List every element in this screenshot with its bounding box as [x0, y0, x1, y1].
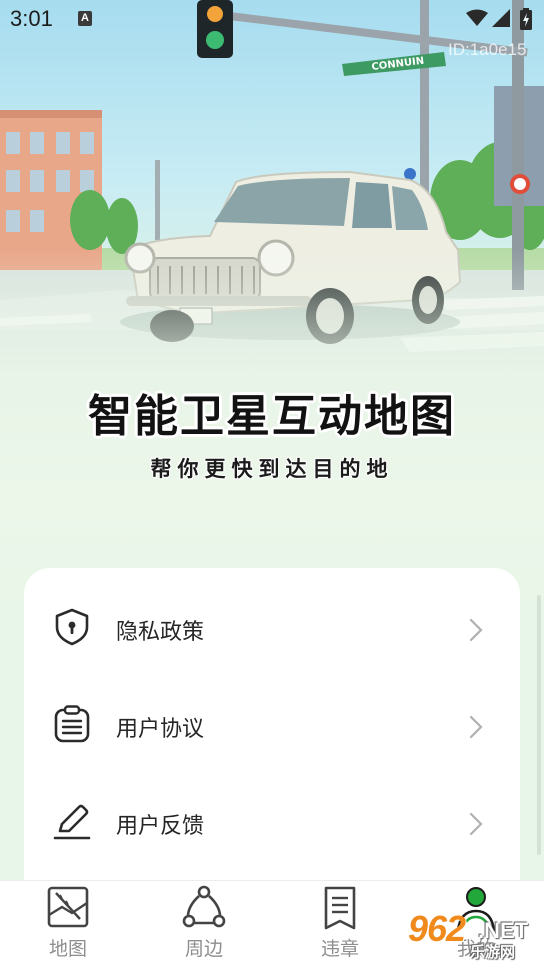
site-watermark-logo: 962 .NET 乐游网: [404, 908, 544, 963]
chevron-right-icon: [469, 618, 483, 642]
chevron-right-icon: [469, 812, 483, 836]
clipboard-list-icon: [54, 705, 90, 743]
watermark-number: 962: [408, 908, 466, 949]
id-watermark: ID:1a0e15: [448, 40, 527, 59]
menu-item-user-agreement[interactable]: 用户协议: [24, 665, 520, 762]
nav-item-violations[interactable]: 违章: [290, 881, 390, 967]
status-bar: 3:01 A: [0, 0, 544, 38]
menu-item-user-feedback[interactable]: 用户反馈: [24, 762, 520, 859]
watermark-sub: 乐游网: [470, 943, 516, 961]
nav-item-label: 违章: [320, 938, 359, 960]
menu-item-label: 用户协议: [116, 717, 205, 742]
nearby-nodes-icon: [182, 885, 226, 928]
settings-menu-card: 隐私政策 用户协议 用户反馈: [24, 568, 520, 908]
shield-lock-icon: [55, 608, 89, 646]
app-headline: 智能卫星互动地图: [88, 391, 456, 442]
nav-item-label: 地图: [48, 938, 87, 960]
chevron-right-icon: [469, 715, 483, 739]
pen-edit-icon: [53, 804, 91, 840]
document-icon: [324, 886, 356, 930]
nav-item-label: 周边: [184, 938, 223, 960]
status-time: 3:01: [10, 6, 53, 31]
nav-item-nearby[interactable]: 周边: [154, 881, 254, 967]
nav-item-map[interactable]: 地图: [18, 881, 118, 967]
menu-item-label: 用户反馈: [116, 814, 205, 839]
wifi-icon: [466, 9, 488, 26]
battery-charging-icon: [520, 8, 532, 30]
notification-a-icon: A: [78, 11, 92, 26]
signal-icon: [492, 9, 510, 27]
scrollbar[interactable]: [537, 595, 541, 855]
map-icon: [47, 886, 89, 928]
hero-banner: CONNUIN: [0, 0, 544, 600]
menu-item-privacy-policy[interactable]: 隐私政策: [24, 568, 520, 665]
app-subline: 帮你更快到达目的地: [150, 457, 394, 481]
menu-item-label: 隐私政策: [116, 620, 205, 645]
